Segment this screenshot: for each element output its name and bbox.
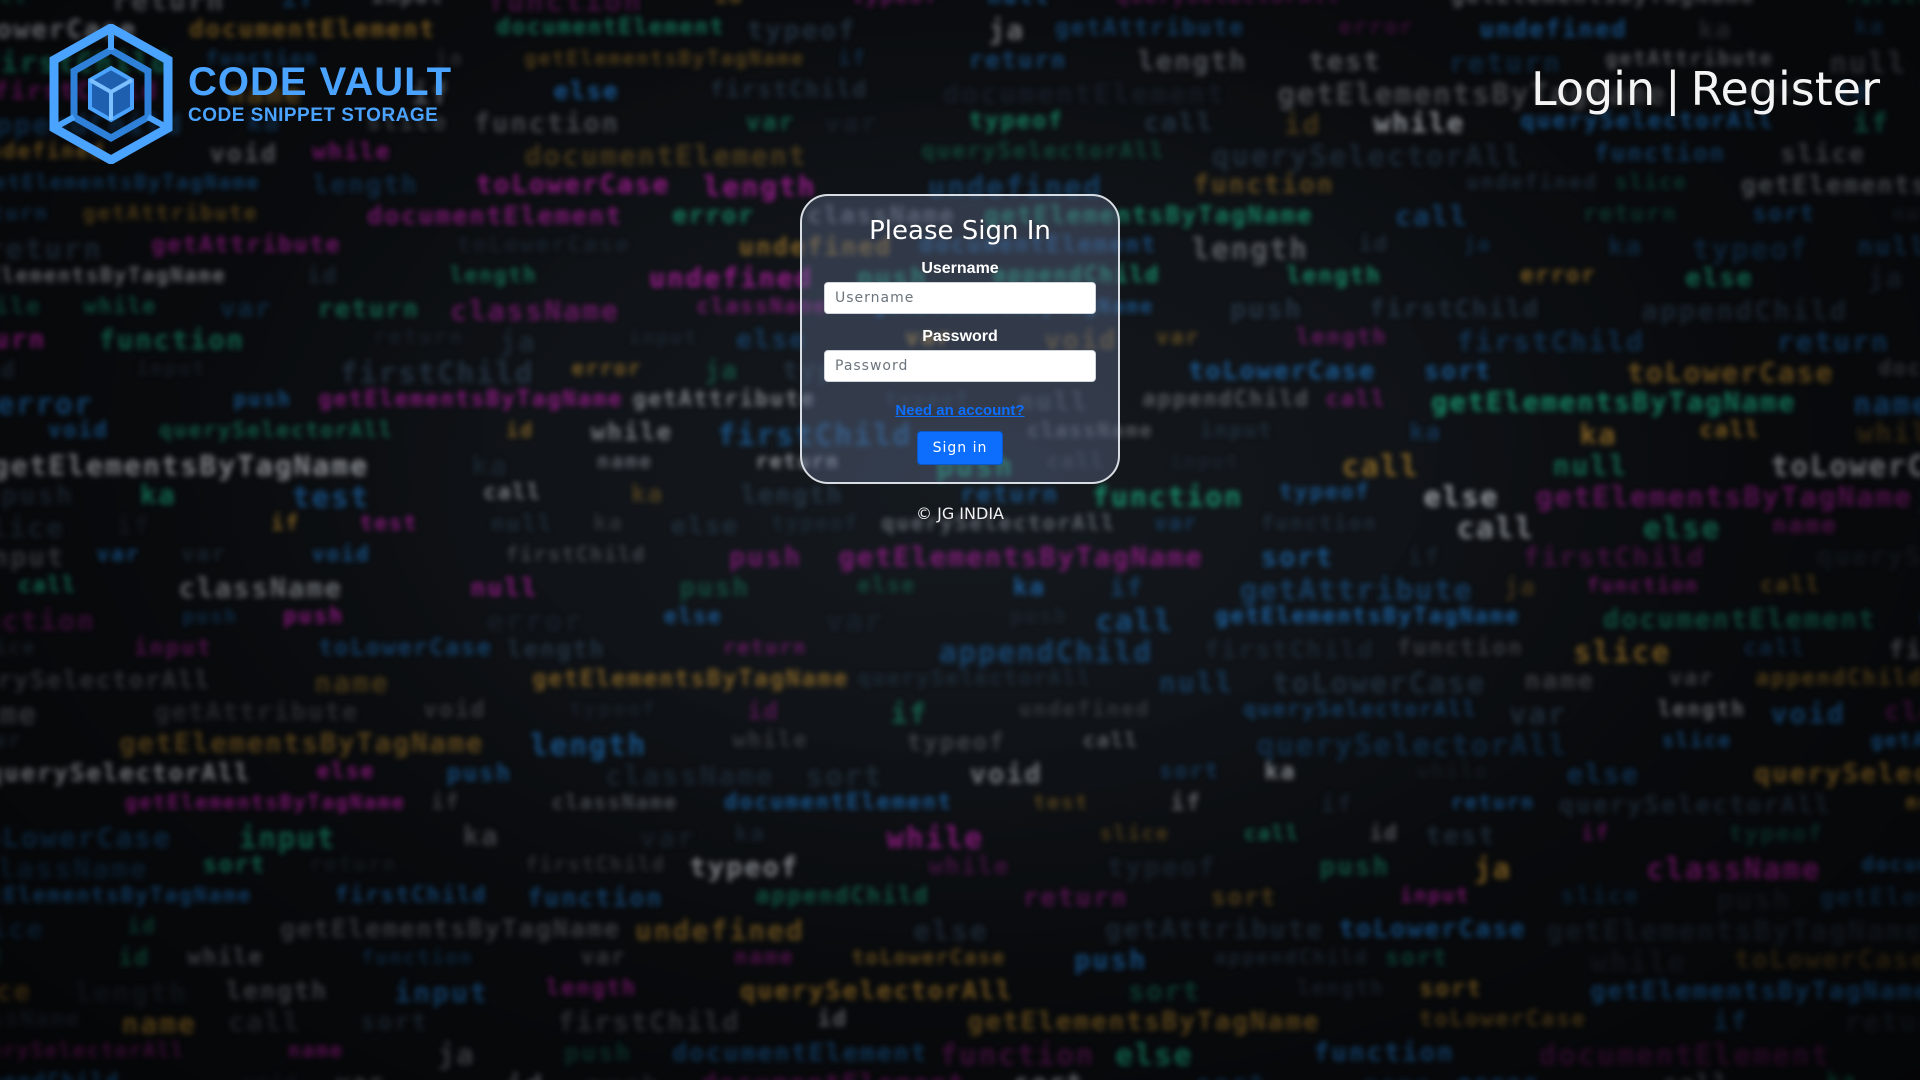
brand-title: CODE VAULT — [188, 60, 453, 104]
username-input[interactable] — [824, 282, 1096, 314]
need-account-link[interactable]: Need an account? — [895, 402, 1024, 419]
hexagon-cube-logo-icon — [49, 24, 173, 164]
password-label: Password — [922, 328, 998, 345]
brand-subtitle: CODE SNIPPET STORAGE — [188, 105, 439, 126]
auth-nav: Login | Register — [1531, 62, 1880, 116]
nav-separator: | — [1665, 62, 1681, 116]
register-link[interactable]: Register — [1691, 62, 1880, 116]
brand-logo[interactable]: CODE VAULT CODE SNIPPET STORAGE — [46, 24, 452, 164]
footer-copyright: © JG INDIA — [916, 504, 1004, 523]
login-link[interactable]: Login — [1531, 62, 1655, 116]
signin-title: Please Sign In — [869, 216, 1051, 246]
password-input[interactable] — [824, 350, 1096, 382]
signin-form: Please Sign In Username Password Need an… — [800, 194, 1120, 484]
username-label: Username — [921, 260, 999, 277]
brand-text: CODE VAULT CODE SNIPPET STORAGE — [188, 61, 452, 127]
signin-button[interactable]: Sign in — [917, 431, 1003, 465]
